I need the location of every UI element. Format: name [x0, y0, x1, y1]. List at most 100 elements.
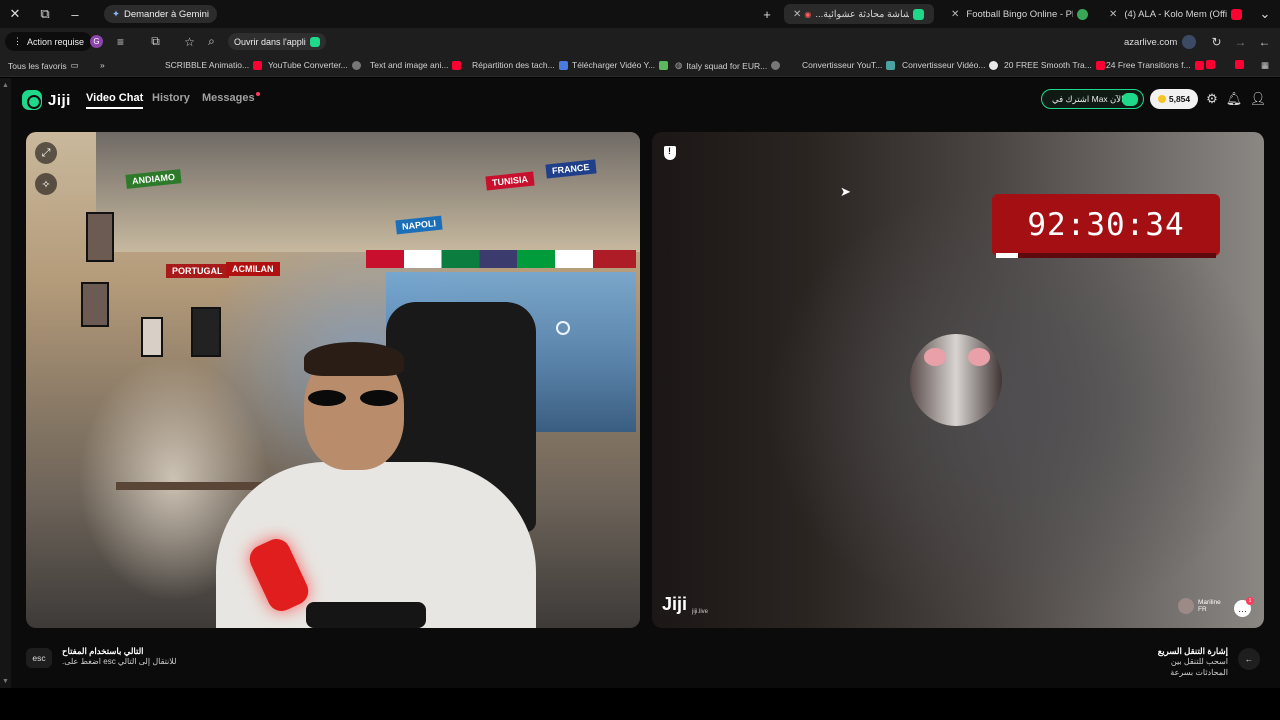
scroll-down-icon[interactable]: ▼ — [2, 678, 9, 685]
globe-icon — [351, 60, 361, 70]
folder-icon: ▭ — [70, 60, 79, 70]
open-in-app-button[interactable]: Ouvrir dans l'appli — [228, 33, 326, 50]
address-bar-url[interactable]: azarlive.com — [1124, 37, 1177, 48]
notification-bell-icon[interactable]: 🔔︎ — [1225, 90, 1243, 108]
bookmark-item[interactable]: YouTube Converter... — [268, 60, 361, 70]
arrow-key-hint[interactable]: ← — [1238, 648, 1260, 670]
youtube-icon — [253, 60, 263, 70]
wall-frame — [191, 307, 221, 357]
tab-youtube[interactable]: ✕ (4) ALA - Kolo Mem (Official M — [1100, 4, 1252, 24]
youtube-icon — [1235, 60, 1244, 69]
bookmark-item[interactable] — [1206, 60, 1244, 69]
esc-key-hint[interactable]: esc — [26, 648, 52, 668]
reload-icon[interactable]: ↻ — [1208, 33, 1225, 50]
reading-list-icon[interactable]: ≡ — [112, 33, 129, 50]
bookmark-item[interactable]: Télécharger Vidéo Y... — [572, 60, 669, 70]
chat-bubble-icon[interactable]: … — [1234, 597, 1254, 617]
youtube-icon — [1095, 60, 1105, 70]
sunglasses — [304, 390, 404, 408]
zoom-icon[interactable]: ⌕ — [203, 33, 220, 50]
back-icon[interactable]: ← — [1256, 33, 1273, 50]
nav-history[interactable]: History — [152, 92, 190, 104]
apps-grid-icon[interactable]: ▦ — [1261, 60, 1269, 71]
tab-strip: ✕ ⧉ – ✦ Demander à Gemini + ✕ ◉ ...ﺷﺎﺷﺔ … — [0, 0, 1280, 28]
bookmark-item[interactable]: ◍ Italy squad for EUR... — [675, 60, 781, 71]
heart-icon — [968, 348, 990, 366]
next-hint-subtitle: .ﺍﺿﻐﻂ ﻋﻠﻰ esc ﻟﻼﻧﺘﻘﺎﻝ ﺇﻟﻰ ﺍﻟﺘﺎﻟﻲ — [62, 657, 177, 667]
close-tab-icon[interactable]: ✕ — [951, 9, 959, 20]
partner-info[interactable]: Mariline FR — [1178, 598, 1221, 614]
flag-row — [366, 250, 636, 268]
timer-progress-fill — [996, 253, 1018, 258]
beauty-filter-icon[interactable]: ✧ — [35, 173, 57, 195]
new-tab-button[interactable]: + — [752, 0, 782, 28]
mouse-cursor-icon: ➤ — [840, 184, 851, 199]
person-hair — [304, 342, 404, 376]
restore-window-button[interactable]: ⧉ — [30, 0, 60, 28]
tab-title: ...ﺷﺎﺷﺔ ﻣﺤﺎﺩﺛﺔ ﻋﺸﻮﺍﺋﻴﺔ — [815, 8, 909, 20]
wall-frame — [141, 317, 163, 357]
bookmark-item[interactable]: SCRIBBLE Animatio... — [165, 60, 263, 70]
bookmarks-overflow-button[interactable]: » — [100, 60, 105, 70]
partner-avatar — [910, 334, 1002, 426]
bookmark-item[interactable]: Répartition des tach... — [472, 60, 568, 70]
tab-search-button[interactable]: ⌄ — [1250, 0, 1280, 28]
jiji-logo[interactable]: Jiji — [22, 90, 71, 110]
jiji-favicon-icon — [913, 8, 924, 20]
local-video: ANDIAMO TUNISIA FRANCE NAPOLI PORTUGAL A… — [26, 132, 640, 628]
wall-frame — [81, 282, 109, 327]
site-info-icon[interactable] — [1180, 33, 1197, 50]
jiji-app-icon — [309, 36, 320, 47]
more-menu-icon: ⋮ — [13, 36, 22, 46]
youtube-icon — [1194, 60, 1204, 70]
coin-icon — [1157, 95, 1166, 103]
mic-arm — [306, 602, 426, 628]
profile-avatar[interactable]: G — [88, 33, 105, 50]
gemini-sparkle-icon: ✦ — [112, 8, 120, 20]
wall-frame — [86, 212, 114, 262]
bookmark-item[interactable]: Text and image ani... — [370, 60, 462, 70]
youtube-icon — [452, 60, 462, 70]
max-plan-button[interactable]: ﺍﺷﺘﺮﻙ ﻓﻲ Max ﺍﻵﻥ — [1041, 89, 1144, 109]
partner-avatar-small — [1178, 598, 1194, 614]
browser-toolbar: ⋮ Action requise G ≡ ⧉ ☆ ⌕ Ouvrir dans l… — [0, 28, 1280, 55]
globe-icon — [989, 60, 999, 70]
bookmark-all-favorites[interactable]: Tous les favoris ▭ — [8, 60, 79, 71]
download-icon — [659, 60, 669, 70]
converter-icon — [886, 60, 896, 70]
tab-title: Football Bingo Online - Play N — [966, 8, 1073, 20]
report-shield-icon[interactable] — [664, 146, 676, 160]
unread-dot — [255, 92, 260, 96]
swipe-hint: ﺇﺷﺎﺭﺓ ﺍﻟﺘﻨﻘﻞ ﺍﻟﺴﺮﻳﻊ ﺍﺳﺤﺐ ﻟﻠﺘﻨﻘﻞ ﺑﻴﻦ ﺍﻟﻤﺤ… — [1142, 646, 1228, 679]
minimize-window-button[interactable]: – — [60, 0, 90, 28]
page-scrollbar[interactable]: ▲ ▼ — [0, 78, 11, 688]
bookmark-star-icon[interactable]: ☆ — [181, 33, 198, 50]
forward-icon[interactable]: → — [1232, 33, 1249, 50]
youtube-favicon-icon — [1231, 8, 1242, 20]
scroll-up-icon[interactable]: ▲ — [2, 82, 9, 89]
ring-light — [556, 321, 570, 335]
ask-gemini-button[interactable]: ✦ Demander à Gemini — [104, 5, 217, 23]
close-tab-icon[interactable]: ✕ — [793, 9, 801, 20]
bookmark-item[interactable]: 20 FREE Smooth Tra... — [1004, 60, 1105, 70]
settings-gear-icon[interactable]: ⚙ — [1203, 90, 1221, 108]
bookmark-item[interactable]: Convertisseur Vidéo... — [902, 60, 999, 70]
partner-name: Mariline — [1198, 598, 1221, 606]
extensions-icon[interactable]: ⧉ — [147, 33, 164, 50]
nav-video-chat[interactable]: Video Chat — [86, 92, 144, 109]
tab-azar[interactable]: ✕ ◉ ...ﺷﺎﺷﺔ ﻣﺤﺎﺩﺛﺔ ﻋﺸﻮﺍﺋﻴﺔ — [784, 4, 934, 24]
close-window-button[interactable]: ✕ — [0, 0, 30, 28]
action-required-button[interactable]: ⋮ Action requise — [5, 32, 93, 51]
profile-icon[interactable]: 👤︎ — [1249, 90, 1267, 108]
coin-balance[interactable]: 5,854 — [1150, 89, 1198, 109]
expand-icon[interactable]: ⤢ — [35, 142, 57, 164]
bookmark-item[interactable]: 24 Free Transitions f... — [1106, 60, 1204, 70]
bingo-favicon-icon — [1077, 8, 1088, 20]
jiji-watermark: Jiji jiji.live — [662, 594, 709, 615]
record-icon: ◉ — [804, 9, 812, 19]
gem-icon — [1122, 93, 1138, 106]
bookmark-item[interactable]: Convertisseur YouT... — [802, 60, 896, 70]
close-tab-icon[interactable]: ✕ — [1109, 9, 1117, 20]
tab-football-bingo[interactable]: ✕ Football Bingo Online - Play N — [942, 4, 1098, 24]
nav-messages[interactable]: Messages — [202, 92, 260, 104]
